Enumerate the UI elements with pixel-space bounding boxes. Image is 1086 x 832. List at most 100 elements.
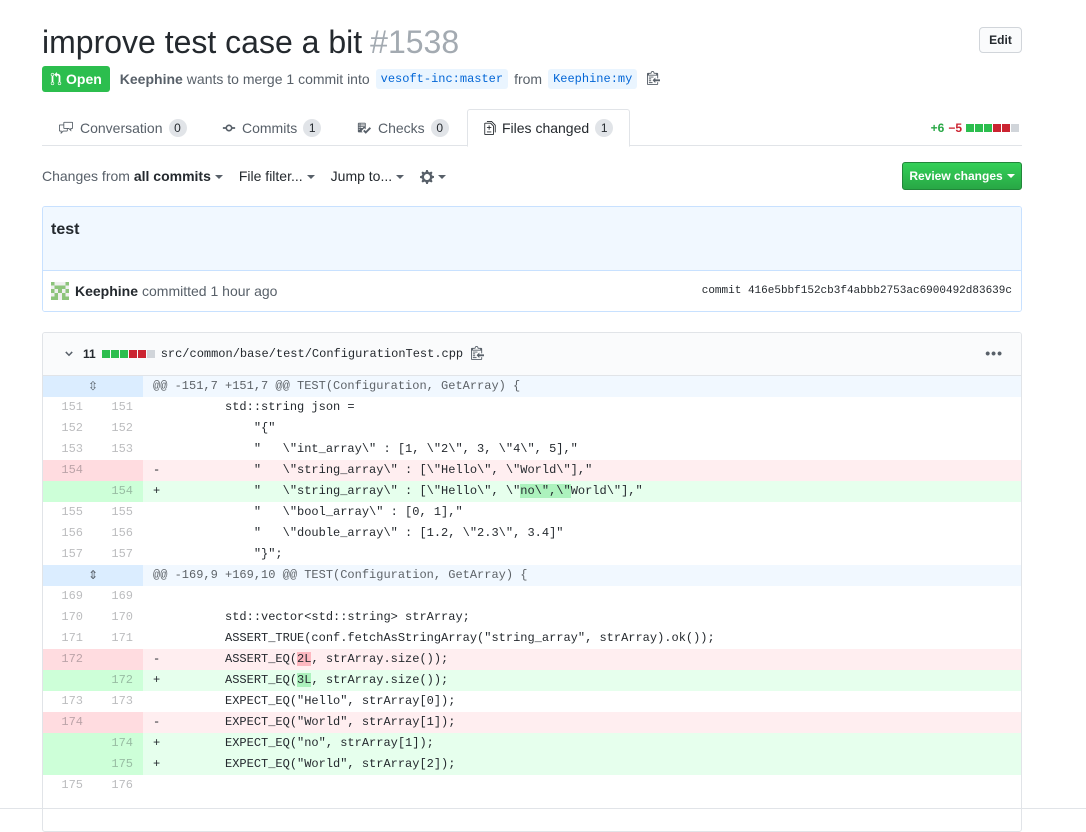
old-line-number[interactable]: 173 [43,691,93,712]
diffstat: +6 −5 [931,121,1019,135]
clipboard-icon[interactable] [471,345,485,363]
context-line[interactable]: 156 156 " \"double_array\" : [1.2, \"2.3\… [43,523,1021,544]
old-line-number[interactable]: 157 [43,544,93,565]
code-segment: ASSERT_EQ( [167,673,298,687]
context-line[interactable]: 157 157 "}"; [43,544,1021,565]
pr-author[interactable]: Keephine [120,71,183,87]
old-line-number[interactable] [43,733,93,754]
deleted-line[interactable]: 174 - EXPECT_EQ("World", strArray[1]); [43,712,1021,733]
new-line-number[interactable]: 169 [93,586,143,607]
context-line[interactable]: 155 155 " \"bool_array\" : [0, 1]," [43,502,1021,523]
old-line-number[interactable]: 170 [43,607,93,628]
deleted-line[interactable]: 172 - ASSERT_EQ(2L, strArray.size()); [43,649,1021,670]
context-line[interactable]: 170 170 std::vector<std::string> strArray… [43,607,1021,628]
tab-label: Conversation [80,119,163,136]
tab-checks[interactable]: Checks 0 [356,109,449,146]
clipboard-icon[interactable] [647,70,661,88]
pr-meta: Open Keephine wants to merge 1 commit in… [42,66,661,92]
old-line-number[interactable]: 175 [43,775,93,796]
new-line-number[interactable] [93,649,143,670]
old-line-number[interactable]: 172 [43,649,93,670]
base-branch[interactable]: vesoft-inc:master [375,69,509,89]
old-line-number[interactable]: 156 [43,523,93,544]
new-line-number[interactable]: 176 [93,775,143,796]
new-line-number[interactable]: 170 [93,607,143,628]
new-line-number[interactable]: 155 [93,502,143,523]
new-line-number[interactable]: 174 [93,733,143,754]
old-line-number[interactable]: 169 [43,586,93,607]
context-line[interactable]: 152 152 "{" [43,418,1021,439]
file-filter-label: File filter... [238,168,303,184]
diff-sign: + [153,736,168,750]
old-line-number[interactable]: 155 [43,502,93,523]
diffstat-block [975,124,983,132]
unfold-icon[interactable]: ⇕ [43,565,143,586]
old-line-number[interactable]: 154 [43,460,93,481]
old-line-number[interactable]: 151 [43,397,93,418]
commit-sha[interactable]: commit 416e5bbf152cb3f4abbb2753ac6900492… [702,285,1012,297]
deleted-line[interactable]: 154 - " \"string_array\" : [\"Hello\", \"… [43,460,1021,481]
tab-files-changed[interactable]: Files changed 1 [467,109,631,147]
new-line-number[interactable] [93,712,143,733]
new-line-number[interactable]: 175 [93,754,143,775]
old-line-number[interactable]: 153 [43,439,93,460]
jump-to-label: Jump to... [330,168,393,184]
unfold-icon[interactable]: ⇳ [43,376,143,397]
settings-select[interactable] [420,167,447,184]
new-line-number[interactable]: 152 [93,418,143,439]
old-line-number[interactable]: 152 [43,418,93,439]
deletions-count: −5 [948,121,962,135]
avatar[interactable] [51,282,69,300]
code-segment: , strArray.size()); [311,673,449,687]
added-line[interactable]: 174 + EXPECT_EQ("no", strArray[1]); [43,733,1021,754]
added-line[interactable]: 175 + EXPECT_EQ("World", strArray[2]); [43,754,1021,775]
new-line-number[interactable]: 151 [93,397,143,418]
tab-label: Commits [242,119,298,136]
checklist-icon [357,122,371,134]
old-line-number[interactable]: 174 [43,712,93,733]
new-line-number[interactable] [93,460,143,481]
pr-title: improve test case a bit #1538 [42,22,1022,62]
commit-author[interactable]: Keephine [75,283,138,299]
tab-commits[interactable]: Commits 1 [222,109,322,146]
new-line-number[interactable]: 154 [93,481,143,502]
code-text: EXPECT_EQ("Hello", strArray[0]); [143,691,1021,712]
tab-conversation[interactable]: Conversation 0 [58,109,187,146]
jump-to-select[interactable]: Jump to... [330,168,405,184]
changes-from-select[interactable]: Changes from all commits [42,168,223,184]
tab-counter: 1 [303,118,322,137]
new-line-number[interactable]: 173 [93,691,143,712]
file-filter-select[interactable]: File filter... [239,168,315,184]
new-line-number[interactable]: 156 [93,523,143,544]
review-changes-button[interactable]: Review changes [902,162,1022,190]
tab-counter: 0 [430,118,449,137]
context-line[interactable]: 173 173 EXPECT_EQ("Hello", strArray[0]); [43,691,1021,712]
context-line[interactable]: 151 151 std::string json = [43,397,1021,418]
commit-message[interactable]: test [43,207,1021,271]
old-line-number[interactable]: 171 [43,628,93,649]
old-line-number[interactable] [43,754,93,775]
context-line[interactable]: 153 153 " \"int_array\" : [1, \"2\", 3, \… [43,439,1021,460]
context-line[interactable]: 175 176 [43,775,1021,796]
review-label: Review changes [909,169,1003,183]
head-branch[interactable]: Keephine:my [548,69,638,89]
new-line-number[interactable]: 172 [93,670,143,691]
tab-label: Files changed [502,120,590,136]
kebab-menu-icon[interactable]: ••• [985,345,1003,361]
context-line[interactable]: 169 169 [43,586,1021,607]
old-line-number[interactable] [43,481,93,502]
new-line-number[interactable]: 171 [93,628,143,649]
file-diff: 11 src/common/base/test/ConfigurationTes… [42,332,1022,832]
changes-from-label: Changes from [42,168,130,184]
old-line-number[interactable] [43,670,93,691]
diff-sign [153,400,167,414]
context-line[interactable]: 171 171 ASSERT_TRUE(conf.fetchAsStringArr… [43,628,1021,649]
new-line-number[interactable]: 157 [93,544,143,565]
code-segment: EXPECT_EQ("no", strArray[1]); [167,736,434,750]
new-line-number[interactable]: 153 [93,439,143,460]
added-line[interactable]: 154 + " \"string_array\" : [\"Hello\", \"… [43,481,1021,502]
added-line[interactable]: 172 + ASSERT_EQ(3L, strArray.size()); [43,670,1021,691]
chevron-down-icon[interactable] [63,348,75,360]
edit-button[interactable]: Edit [979,27,1022,53]
file-path[interactable]: src/common/base/test/ConfigurationTest.c… [161,347,463,361]
